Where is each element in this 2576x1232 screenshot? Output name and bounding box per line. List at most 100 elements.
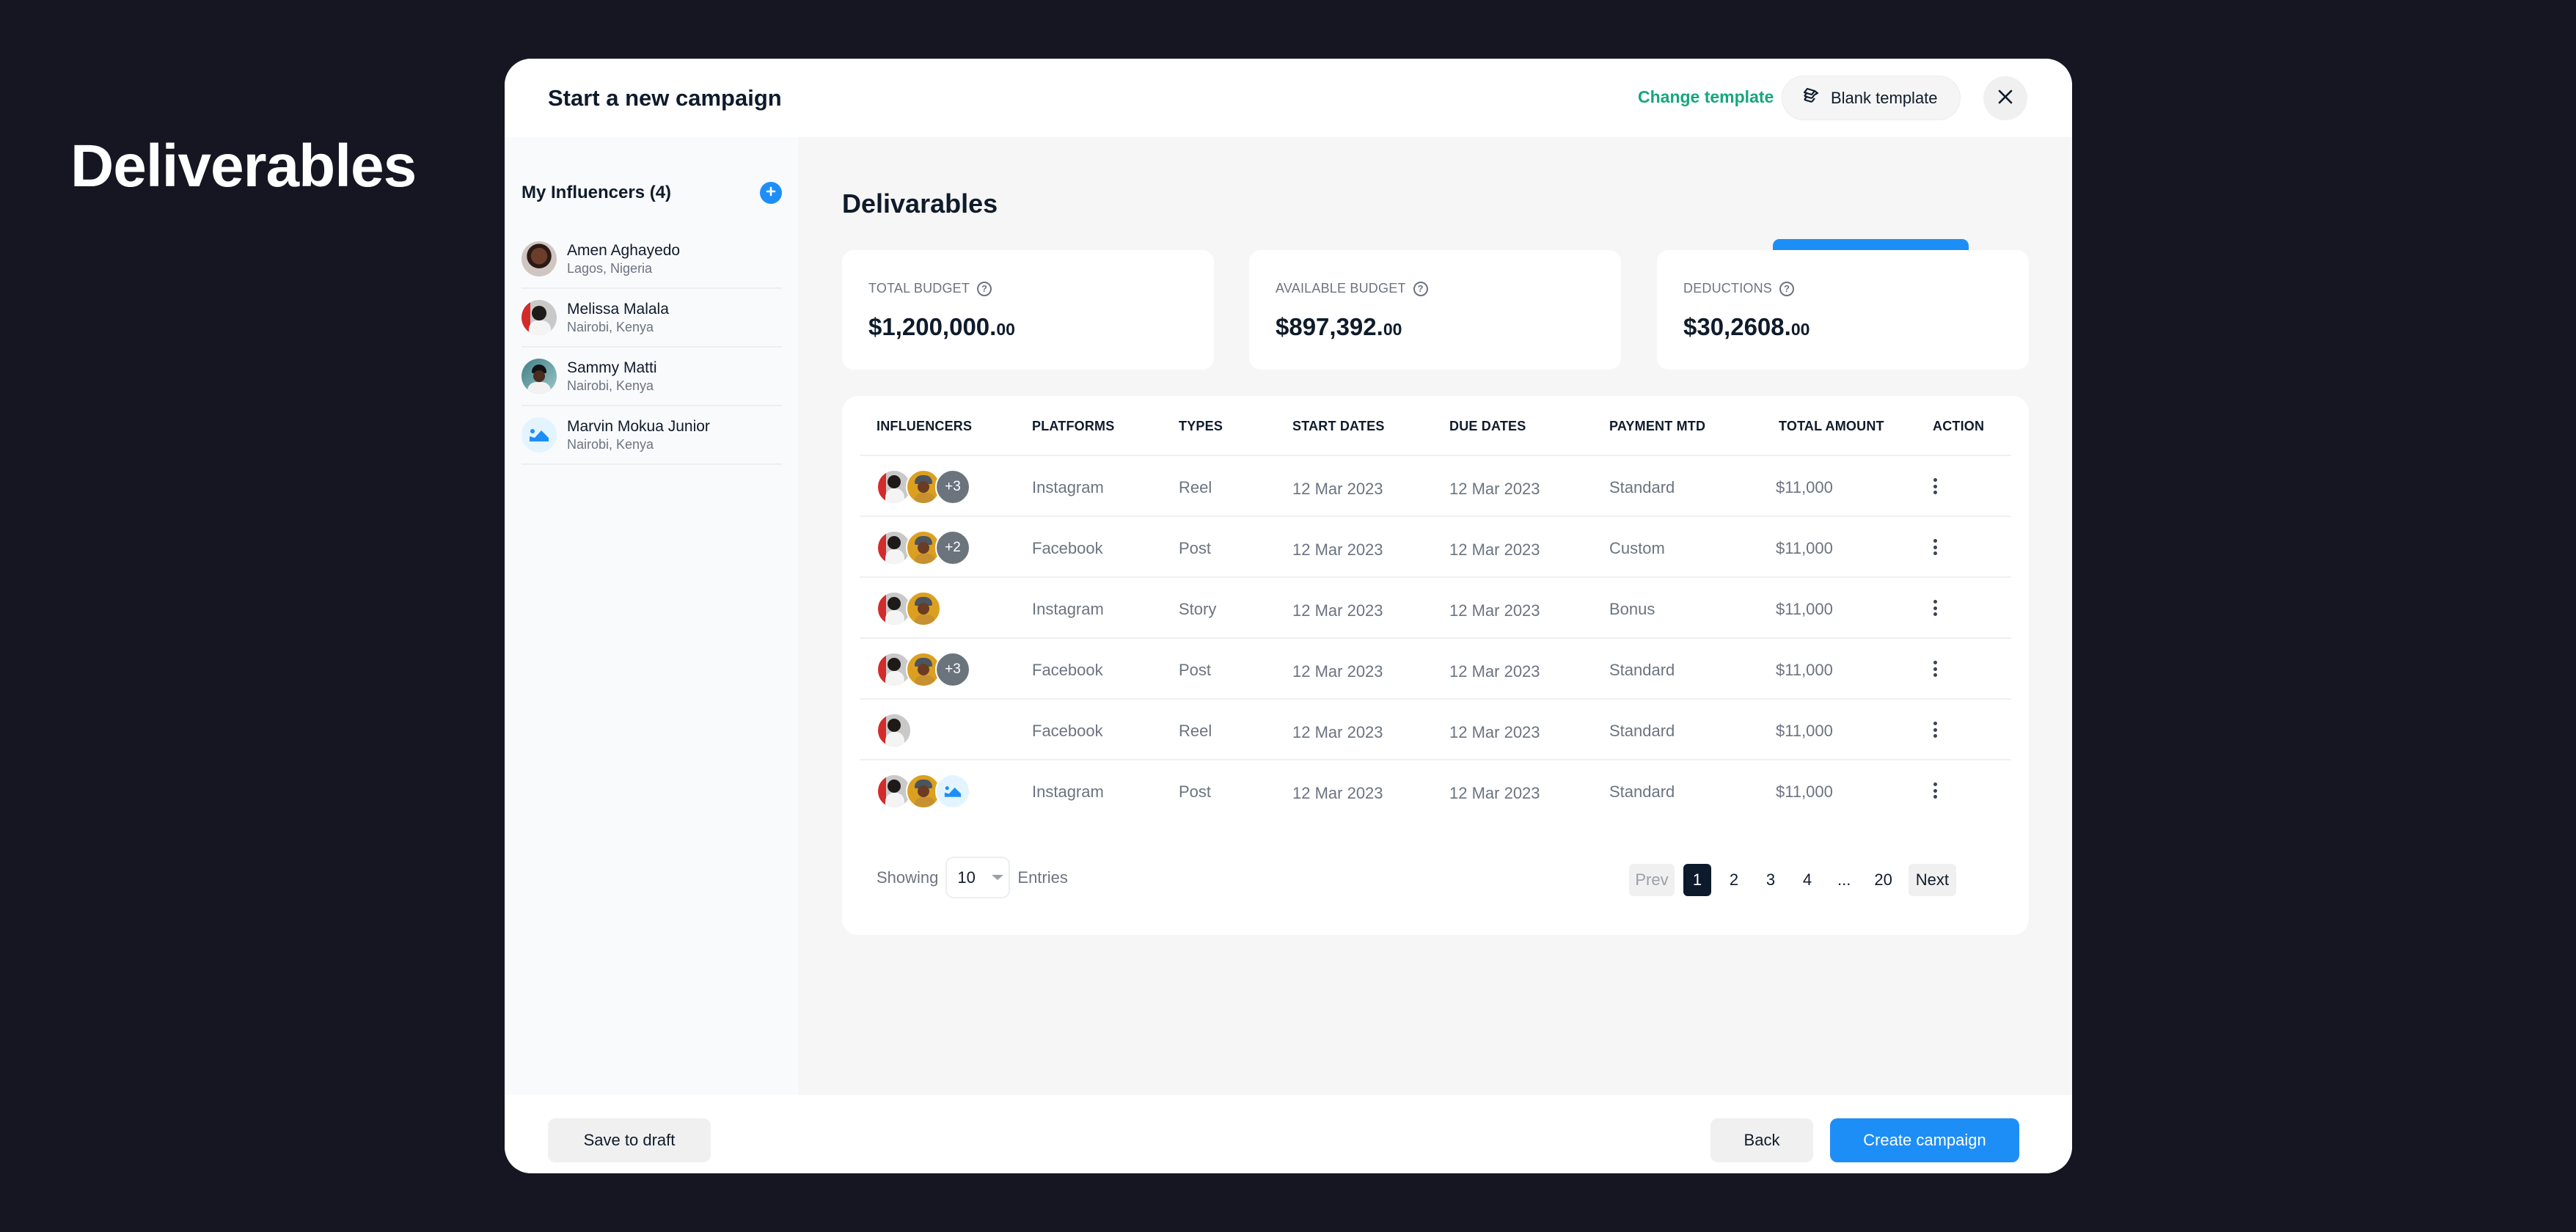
- next-page-button[interactable]: Next: [1908, 864, 1956, 896]
- due-date-cell: 12 Mar 2023: [1449, 601, 1540, 620]
- influencer-avatars: +3: [877, 652, 970, 687]
- influencer-item[interactable]: Amen Aghayedo Lagos, Nigeria: [522, 230, 782, 289]
- influencer-avatars: [877, 591, 941, 626]
- avatar: [906, 591, 941, 626]
- deductions-card: DEDUCTIONS? $30,2608.00: [1657, 250, 2029, 370]
- create-campaign-button[interactable]: Create campaign: [1830, 1118, 2019, 1162]
- influencer-location: Nairobi, Kenya: [567, 437, 654, 452]
- table-row[interactable]: Instagram Post 12 Mar 2023 12 Mar 2023 Stand…: [860, 760, 2011, 821]
- total-amount-cell: $11,000: [1776, 478, 1833, 496]
- table-row[interactable]: +3 Facebook Post 12 Mar 2023 12 Mar 2023 Stan…: [860, 639, 2011, 700]
- table-row[interactable]: Instagram Story 12 Mar 2023 12 Mar 2023 Bonu…: [860, 578, 2011, 639]
- more-actions-icon[interactable]: [1928, 659, 1942, 678]
- new-campaign-modal: Start a new campaign Change template Bla…: [505, 59, 2072, 1173]
- due-date-cell: 12 Mar 2023: [1449, 480, 1540, 498]
- total-budget-card: TOTAL BUDGET? $1,200,000.00: [842, 250, 1214, 370]
- type-cell: Post: [1179, 782, 1212, 801]
- page-button[interactable]: 1: [1683, 864, 1711, 896]
- change-template-link[interactable]: Change template: [1638, 87, 1774, 107]
- due-date-cell: 12 Mar 2023: [1449, 784, 1540, 802]
- column-header[interactable]: DUE DATES: [1449, 419, 1526, 434]
- total-amount-cell: $11,000: [1776, 782, 1833, 801]
- platform-cell: Facebook: [1032, 722, 1103, 740]
- entries-control: Showing 10 Entries: [877, 857, 1068, 898]
- influencer-item[interactable]: Melissa Malala Nairobi, Kenya: [522, 289, 782, 348]
- table-header: INFLUENCERS PLATFORMS TYPES START DATES …: [860, 396, 2011, 456]
- start-date-cell: 12 Mar 2023: [1292, 540, 1383, 559]
- platform-cell: Instagram: [1032, 478, 1104, 496]
- influencer-location: Nairobi, Kenya: [567, 378, 654, 393]
- start-date-cell: 12 Mar 2023: [1292, 662, 1383, 681]
- deliverables-table: INFLUENCERS PLATFORMS TYPES START DATES …: [842, 396, 2029, 935]
- pagination: Prev 1 2 3 4 ... 20 Next: [1629, 864, 1965, 896]
- due-date-cell: 12 Mar 2023: [1449, 540, 1540, 559]
- column-header[interactable]: PLATFORMS: [1032, 419, 1114, 434]
- table-row[interactable]: Facebook Reel 12 Mar 2023 12 Mar 2023 Standa…: [860, 700, 2011, 760]
- caret-down-icon: [991, 875, 1003, 880]
- total-amount-cell: $11,000: [1776, 539, 1833, 557]
- stat-label-wrap: AVAILABLE BUDGET?: [1276, 281, 1428, 296]
- more-actions-icon[interactable]: [1928, 720, 1942, 739]
- due-date-cell: 12 Mar 2023: [1449, 723, 1540, 741]
- influencer-location: Lagos, Nigeria: [567, 261, 653, 276]
- sidebar-header: My Influencers (4): [522, 182, 782, 204]
- more-avatars-badge[interactable]: +3: [935, 652, 970, 687]
- page-hero-title: Deliverables: [70, 133, 417, 199]
- stat-value-main: $897,392.: [1276, 313, 1383, 340]
- showing-label: Showing: [877, 868, 939, 887]
- influencers-sidebar: My Influencers (4) Amen Aghayedo Lagos, N…: [505, 137, 798, 1095]
- entries-label: Entries: [1017, 868, 1068, 887]
- payment-method-cell: Custom: [1609, 539, 1665, 557]
- stat-label: TOTAL BUDGET: [868, 281, 970, 296]
- more-actions-icon[interactable]: [1928, 598, 1942, 617]
- stat-value-main: $30,2608.: [1683, 313, 1791, 340]
- help-icon[interactable]: ?: [1779, 281, 1795, 296]
- start-date-cell: 12 Mar 2023: [1292, 784, 1383, 802]
- help-icon[interactable]: ?: [1413, 281, 1428, 296]
- column-header[interactable]: TOTAL AMOUNT: [1779, 419, 1884, 434]
- influencer-name: Marvin Mokua Junior: [567, 418, 710, 435]
- more-actions-icon[interactable]: [1928, 781, 1942, 800]
- page-button[interactable]: 3: [1757, 864, 1785, 896]
- save-draft-button[interactable]: Save to draft: [548, 1118, 711, 1162]
- total-amount-cell: $11,000: [1776, 661, 1833, 679]
- help-icon[interactable]: ?: [977, 281, 992, 296]
- entries-value: 10: [957, 868, 976, 887]
- prev-page-button[interactable]: Prev: [1629, 864, 1675, 896]
- stat-value-main: $1,200,000.: [868, 313, 997, 340]
- influencer-item[interactable]: Marvin Mokua Junior Nairobi, Kenya: [522, 406, 782, 465]
- table-row[interactable]: +2 Facebook Post 12 Mar 2023 12 Mar 2023 Cust…: [860, 517, 2011, 578]
- add-influencer-button[interactable]: [760, 182, 782, 204]
- influencer-avatars: [877, 713, 912, 748]
- column-header[interactable]: START DATES: [1292, 419, 1385, 434]
- back-button[interactable]: Back: [1710, 1118, 1813, 1162]
- platform-cell: Instagram: [1032, 782, 1104, 801]
- avatar: [522, 359, 557, 394]
- influencer-avatars: [877, 774, 970, 809]
- start-date-cell: 12 Mar 2023: [1292, 601, 1383, 620]
- table-row[interactable]: +3 Instagram Reel 12 Mar 2023 12 Mar 2023 Sta…: [860, 456, 2011, 517]
- type-cell: Reel: [1179, 722, 1212, 740]
- more-avatars-badge[interactable]: +2: [935, 530, 970, 565]
- start-date-cell: 12 Mar 2023: [1292, 480, 1383, 498]
- blank-template-button[interactable]: Blank template: [1782, 76, 1961, 120]
- page-button[interactable]: 20: [1867, 864, 1899, 896]
- column-header[interactable]: INFLUENCERS: [877, 419, 972, 434]
- image-placeholder-icon: [935, 774, 970, 809]
- more-actions-icon[interactable]: [1928, 538, 1942, 557]
- entries-select[interactable]: 10: [945, 857, 1011, 898]
- more-actions-icon[interactable]: [1928, 477, 1942, 496]
- close-button[interactable]: [1983, 76, 2027, 120]
- stat-label-wrap: TOTAL BUDGET?: [868, 281, 992, 296]
- influencer-item[interactable]: Sammy Matti Nairobi, Kenya: [522, 348, 782, 406]
- platform-cell: Facebook: [1032, 661, 1103, 679]
- stat-label: DEDUCTIONS: [1683, 281, 1773, 296]
- avatar: [522, 241, 557, 276]
- more-avatars-badge[interactable]: +3: [935, 469, 970, 505]
- page-button[interactable]: 4: [1793, 864, 1821, 896]
- column-header[interactable]: PAYMENT MTD: [1609, 419, 1705, 434]
- section-title: Delivarables: [842, 188, 998, 219]
- page-button[interactable]: 2: [1720, 864, 1748, 896]
- stat-label-wrap: DEDUCTIONS?: [1683, 281, 1795, 296]
- column-header[interactable]: TYPES: [1179, 419, 1223, 434]
